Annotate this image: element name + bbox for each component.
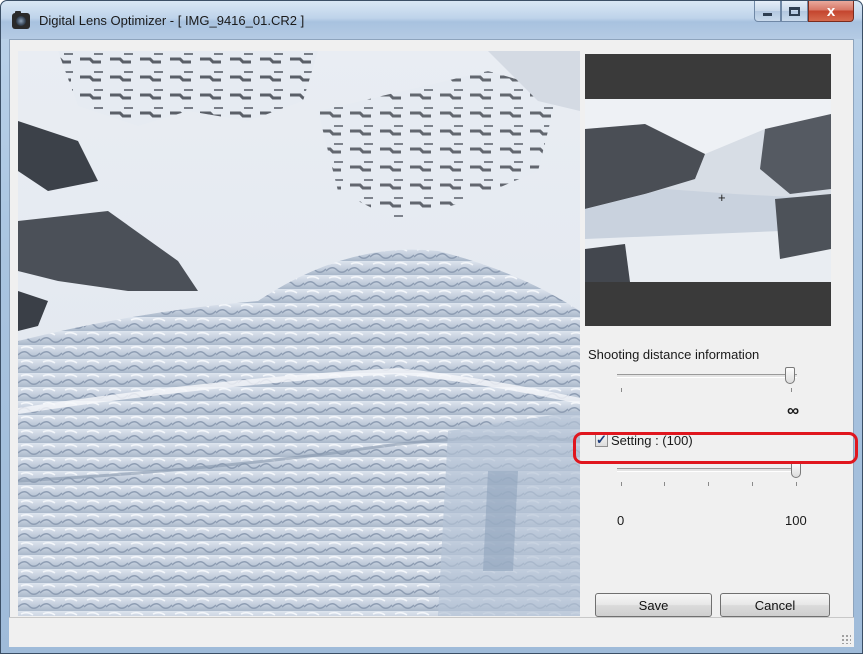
setting-track [617,468,797,472]
title-separator: - [166,13,178,28]
minimize-icon [763,13,772,16]
title-bar[interactable]: Digital Lens Optimizer - [ IMG_9416_01.C… [1,1,862,39]
crosshair-icon: + [718,190,726,205]
tick [708,482,709,486]
navigator-thumbnail[interactable]: + [585,99,831,282]
shooting-distance-label: Shooting distance information [588,347,760,362]
navigator-panel: + [585,54,831,326]
window-controls: x [754,1,854,23]
maximize-button[interactable] [781,1,808,22]
setting-min-label: 0 [617,513,625,528]
navigator-photo [585,99,831,282]
infinity-label: ∞ [787,401,800,420]
tick [621,482,622,486]
close-button[interactable]: x [808,1,854,22]
tick [791,388,792,392]
close-icon: x [826,2,836,20]
resize-grip-icon[interactable] [841,634,851,644]
save-button[interactable]: Save [595,593,712,617]
client-area: + Shooting distance information ∞ Settin… [9,39,854,647]
setting-max-label: 100 [785,513,807,528]
tick [664,482,665,486]
minimize-button[interactable] [754,1,781,22]
settings-panel: + Shooting distance information ∞ Settin… [585,51,848,617]
shooting-distance-thumb[interactable] [785,367,795,384]
status-bar [9,617,854,647]
title-file-name: [ IMG_9416_01.CR2 ] [177,13,305,28]
app-window: Digital Lens Optimizer - [ IMG_9416_01.C… [0,0,863,654]
glacier-photo [18,51,580,616]
camera-icon [12,11,30,29]
cancel-button[interactable]: Cancel [720,593,830,617]
title-app-name: Digital Lens Optimizer [39,13,167,28]
tick [796,482,797,486]
window-title: Digital Lens Optimizer - [ IMG_9416_01.C… [39,13,304,28]
maximize-icon [789,6,800,16]
shooting-distance-track [617,374,797,378]
setting-highlight-annotation [573,432,858,464]
tick [621,388,622,392]
main-preview-image[interactable] [18,51,580,616]
tick [752,482,753,486]
